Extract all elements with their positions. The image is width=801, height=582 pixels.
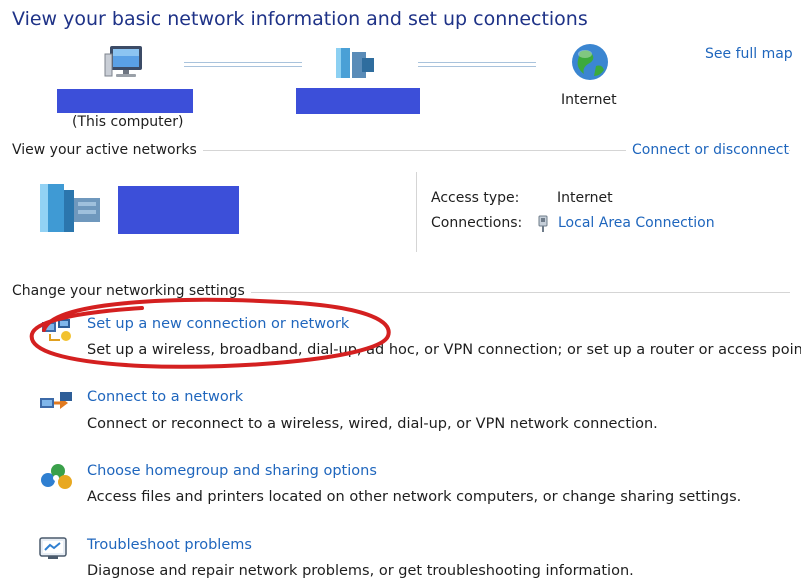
annotation-circle <box>22 296 397 372</box>
internet-globe-icon[interactable] <box>570 42 610 82</box>
connect-or-disconnect-link[interactable]: Connect or disconnect <box>626 142 789 158</box>
redacted-active-network-name <box>118 186 239 234</box>
redacted-computer-name <box>57 89 193 113</box>
connector-line-2 <box>418 62 536 67</box>
troubleshoot-icon <box>38 536 70 560</box>
page-title: View your basic network information and … <box>12 8 588 30</box>
vertical-divider <box>416 172 417 252</box>
connections-label: Connections: <box>431 215 523 231</box>
connect-to-network-link[interactable]: Connect to a network <box>87 389 243 405</box>
active-networks-heading: View your active networks <box>12 142 203 158</box>
setup-new-connection-description: Set up a wireless, broadband, dial-up, a… <box>87 342 801 358</box>
connect-to-network-description: Connect or reconnect to a wireless, wire… <box>87 416 658 432</box>
computer-icon[interactable] <box>104 44 146 80</box>
this-computer-caption: (This computer) <box>72 114 184 130</box>
see-full-map-link[interactable]: See full map <box>705 46 793 62</box>
internet-label: Internet <box>561 92 617 108</box>
troubleshoot-problems-link[interactable]: Troubleshoot problems <box>87 537 252 553</box>
troubleshoot-problems-description: Diagnose and repair network problems, or… <box>87 563 634 579</box>
homegroup-sharing-link[interactable]: Choose homegroup and sharing options <box>87 463 377 479</box>
connector-line-1 <box>184 62 302 67</box>
new-connection-icon <box>38 316 74 342</box>
redacted-network-name <box>296 88 420 114</box>
network-icon[interactable] <box>332 44 376 80</box>
access-type-value: Internet <box>557 190 613 206</box>
ethernet-icon <box>537 215 549 233</box>
settings-heading: Change your networking settings <box>12 283 251 299</box>
setup-new-connection-link[interactable]: Set up a new connection or network <box>87 316 349 332</box>
homegroup-sharing-description: Access files and printers located on oth… <box>87 489 742 505</box>
network-building-icon <box>36 180 104 234</box>
access-type-label: Access type: <box>431 190 520 206</box>
local-area-connection-link[interactable]: Local Area Connection <box>558 215 715 231</box>
connect-network-icon <box>38 390 74 416</box>
homegroup-icon <box>38 462 74 490</box>
